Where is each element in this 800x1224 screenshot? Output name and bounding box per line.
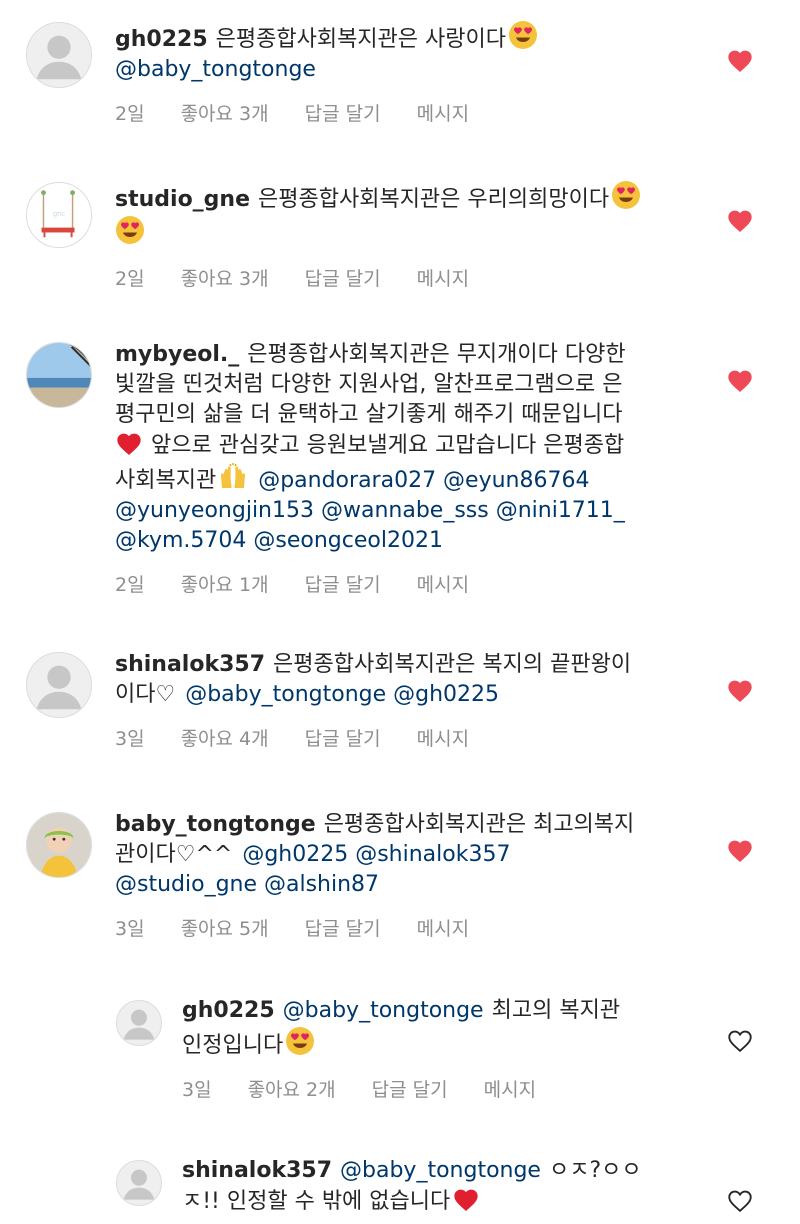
mention-link[interactable]: @baby_tongtonge — [283, 998, 484, 1023]
avatar[interactable] — [116, 1000, 162, 1046]
comment-body-line: 은평종합사회복지관은 무지개이다 다양한 — [247, 342, 626, 367]
comment-meta: 3일 좋아요 2개 답글 달기 메시지 — [182, 1075, 702, 1102]
comment-body-line: 은평종합사회복지관은 최고의복지 — [323, 812, 635, 837]
comment-meta: 2일 좋아요 3개 답글 달기 메시지 — [115, 99, 715, 126]
comment-time: 3일 — [115, 728, 145, 750]
like-count[interactable]: 좋아요 4개 — [181, 724, 269, 751]
message-button[interactable]: 메시지 — [417, 99, 469, 126]
comment-time: 2일 — [115, 574, 145, 596]
comment-body-line: 이다♡ — [115, 682, 176, 707]
message-button[interactable]: 메시지 — [484, 1075, 536, 1102]
reply-button[interactable]: 답글 달기 — [305, 99, 381, 126]
red-heart-emoji-icon — [115, 430, 143, 456]
comment-time: 3일 — [115, 918, 145, 940]
comment-username[interactable]: shinalok357 — [115, 652, 265, 677]
liked-heart-icon[interactable] — [726, 677, 754, 703]
beach-photo-icon — [27, 343, 91, 407]
comment-body-line: ㅈ!! 인정할 수 밖에 없습니다 — [182, 1189, 451, 1214]
heart-eyes-emoji-icon — [508, 20, 538, 50]
raised-hands-emoji-icon — [218, 461, 248, 491]
comment-text: shinalok357 @baby_tongtonge ㅇㅈ?ㅇㅇ ㅈ!! 인정할 … — [182, 1156, 702, 1217]
avatar[interactable] — [116, 1160, 162, 1206]
comment-text: gh0225 @baby_tongtonge 최고의 복지관 인정입니다 — [182, 996, 702, 1061]
comment-username[interactable]: mybyeol._ — [115, 342, 239, 367]
heart-outline-icon[interactable] — [726, 1027, 754, 1053]
like-count[interactable]: 좋아요 5개 — [181, 914, 269, 941]
comment-text: studio_gne 은평종합사회복지관은 우리의희망이다 — [115, 180, 715, 250]
liked-heart-icon[interactable] — [726, 837, 754, 863]
avatar[interactable] — [26, 342, 92, 408]
default-avatar-icon — [27, 23, 91, 87]
heart-eyes-emoji-icon — [285, 1026, 315, 1056]
reply-button[interactable]: 답글 달기 — [305, 914, 381, 941]
reply-button[interactable]: 답글 달기 — [305, 570, 381, 597]
avatar[interactable] — [26, 22, 92, 88]
reply-button[interactable]: 답글 달기 — [305, 724, 381, 751]
comment-text: gh0225 은평종합사회복지관은 사랑이다 @baby_tongtonge — [115, 20, 715, 85]
heart-outline-icon[interactable] — [726, 1187, 754, 1213]
mention-link[interactable]: @baby_tongtonge @gh0225 — [185, 682, 499, 707]
comment-username[interactable]: gh0225 — [182, 998, 275, 1023]
reply-button[interactable]: 답글 달기 — [305, 264, 381, 291]
comment-meta: 2일 좋아요 3개 답글 달기 메시지 — [115, 264, 715, 291]
mention-link[interactable]: @kym.5704 @seongceol2021 — [115, 528, 443, 553]
mention-link[interactable]: @pandorara027 @eyun86764 — [258, 468, 589, 493]
comment-text: shinalok357 은평종합사회복지관은 복지의 끝판왕이 이다♡ @baby_… — [115, 650, 715, 710]
comment-body-line: ㅇㅈ?ㅇㅇ — [548, 1158, 642, 1183]
message-button[interactable]: 메시지 — [417, 264, 469, 291]
comment-body: 은평종합사회복지관은 우리의희망이다 — [258, 187, 610, 212]
comment-text: baby_tongtonge 은평종합사회복지관은 최고의복지 관이다♡^^ @gh… — [115, 810, 715, 900]
comment-body-line: 인정입니다 — [182, 1033, 284, 1058]
mention-link[interactable]: @studio_gne @alshin87 — [115, 872, 379, 897]
comment-body: 은평종합사회복지관은 사랑이다 — [215, 27, 506, 52]
mention-link[interactable]: @gh0225 @shinalok357 — [242, 842, 510, 867]
mention-link[interactable]: @yunyeongjin153 @wannabe_sss @nini1711_ — [115, 498, 625, 523]
avatar[interactable] — [26, 652, 92, 718]
reply-button[interactable]: 답글 달기 — [372, 1075, 448, 1102]
like-count[interactable]: 좋아요 3개 — [181, 99, 269, 126]
comment-time: 3일 — [182, 1079, 212, 1101]
comment-meta: 3일 좋아요 5개 답글 달기 메시지 — [115, 914, 715, 941]
comment-body-line: 은평종합사회복지관은 복지의 끝판왕이 — [273, 652, 632, 677]
comment-username[interactable]: shinalok357 — [182, 1158, 332, 1183]
default-avatar-icon — [27, 653, 91, 717]
svg-text:gnc: gnc — [53, 210, 66, 218]
comment-username[interactable]: gh0225 — [115, 27, 208, 52]
mention-link[interactable]: @baby_tongtonge — [115, 57, 316, 82]
comment-text: mybyeol._ 은평종합사회복지관은 무지개이다 다양한 빛깔을 띤것처럼 다… — [115, 340, 715, 556]
avatar[interactable]: gnc — [26, 182, 92, 248]
like-count[interactable]: 좋아요 3개 — [181, 264, 269, 291]
liked-heart-icon[interactable] — [726, 47, 754, 73]
comment-username[interactable]: baby_tongtonge — [115, 812, 316, 837]
comment-time: 2일 — [115, 268, 145, 290]
heart-eyes-emoji-icon — [115, 215, 145, 245]
baby-photo-icon — [27, 813, 91, 877]
message-button[interactable]: 메시지 — [417, 914, 469, 941]
heart-eyes-emoji-icon — [611, 180, 641, 210]
like-count[interactable]: 좋아요 1개 — [181, 570, 269, 597]
default-avatar-icon — [117, 1001, 161, 1045]
comment-username[interactable]: studio_gne — [115, 187, 250, 212]
comment-time: 2일 — [115, 103, 145, 125]
liked-heart-icon[interactable] — [726, 367, 754, 393]
comment-body-line: 관이다♡^^ — [115, 842, 233, 867]
comment-body-line: 최고의 복지관 — [491, 998, 621, 1023]
avatar[interactable] — [26, 812, 92, 878]
comment-body-line: 빛깔을 띤것처럼 다양한 지원사업, 알찬프로그램으로 은 — [115, 372, 623, 397]
message-button[interactable]: 메시지 — [417, 570, 469, 597]
comment-body-line: 앞으로 관심갖고 응원보낼게요 고맙습니다 은평종합 — [151, 433, 625, 458]
comment-meta: 2일 좋아요 1개 답글 달기 메시지 — [115, 570, 715, 597]
comment-meta: 3일 좋아요 4개 답글 달기 메시지 — [115, 724, 715, 751]
comment-body-line: 사회복지관 — [115, 468, 217, 493]
default-avatar-icon — [117, 1161, 161, 1205]
message-button[interactable]: 메시지 — [417, 724, 469, 751]
swing-illustration-icon: gnc — [27, 183, 91, 247]
like-count[interactable]: 좋아요 2개 — [248, 1075, 336, 1102]
mention-link[interactable]: @baby_tongtonge — [340, 1158, 541, 1183]
liked-heart-icon[interactable] — [726, 207, 754, 233]
red-heart-emoji-icon — [452, 1186, 480, 1212]
comment-body-line: 평구민의 삶을 더 윤택하고 살기좋게 해주기 때문입니다 — [115, 402, 623, 427]
